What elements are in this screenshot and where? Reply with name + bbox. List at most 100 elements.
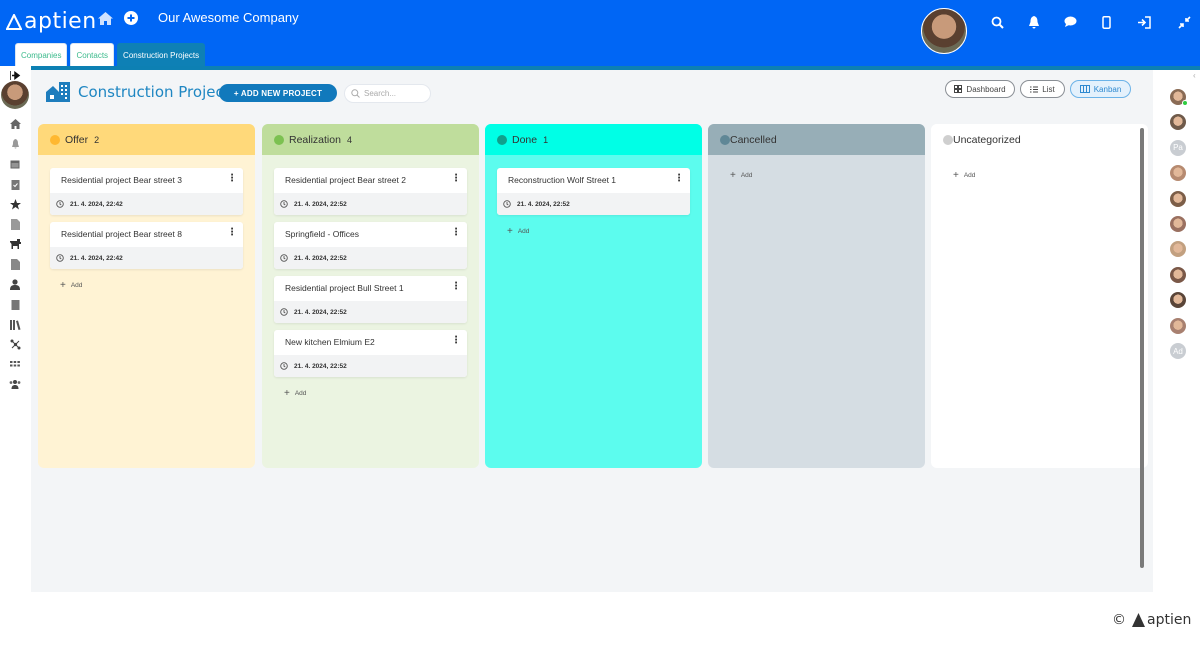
file-image-icon[interactable] [9, 258, 21, 270]
user-avatar[interactable]: Ad [1170, 343, 1186, 359]
add-card-button[interactable]: + Add [507, 226, 529, 237]
card-title[interactable]: Springfield - Offices [285, 229, 359, 239]
column-header[interactable]: Offer 2 [38, 124, 255, 155]
user-avatar[interactable] [1170, 317, 1186, 334]
user-avatar[interactable] [1170, 190, 1186, 207]
card-title[interactable]: Residential project Bear street 3 [61, 175, 182, 185]
clock-icon [280, 200, 288, 208]
more-vertical-icon[interactable]: ⋮ [227, 174, 237, 184]
add-new-project-button[interactable]: + ADD NEW PROJECT [219, 84, 337, 102]
current-user-avatar[interactable] [921, 8, 967, 54]
kanban-icon [1079, 85, 1090, 93]
app-logo[interactable]: aptien [6, 9, 97, 34]
project-card[interactable]: Reconstruction Wolf Street 1 ⋮ 21. 4. 2024… [497, 168, 690, 215]
view-dashboard-button[interactable]: Dashboard [945, 80, 1015, 98]
column-header[interactable]: Realization 4 [262, 124, 479, 155]
card-title[interactable]: Residential project Bear street 2 [285, 175, 406, 185]
user-avatar[interactable] [1170, 266, 1186, 283]
user-icon[interactable] [9, 278, 21, 290]
column-header[interactable]: Cancelled [708, 124, 925, 155]
home-icon[interactable] [97, 10, 113, 26]
books-icon[interactable] [9, 318, 21, 330]
project-card[interactable]: New kitchen Elmium E2 ⋮ 21. 4. 2024, 22:52 [274, 330, 467, 377]
kanban-column-cancelled: Cancelled + Add [708, 124, 925, 468]
page-title: Construction Projects [78, 83, 238, 101]
collapse-icon[interactable] [1176, 14, 1192, 30]
card-title[interactable]: Residential project Bull Street 1 [285, 283, 404, 293]
chat-icon[interactable] [1062, 14, 1078, 30]
clipboard-icon[interactable] [9, 298, 21, 310]
plus-icon: + [60, 280, 66, 291]
home-icon[interactable] [9, 118, 21, 130]
bell-icon[interactable] [9, 138, 21, 150]
clock-icon [280, 254, 288, 262]
card-title[interactable]: Residential project Bear street 8 [61, 229, 182, 239]
sign-in-icon[interactable] [1136, 14, 1152, 30]
view-list-button[interactable]: List [1020, 80, 1065, 98]
bell-icon[interactable] [1026, 14, 1042, 30]
tab-contacts[interactable]: Contacts [70, 43, 115, 66]
more-vertical-icon[interactable]: ⋮ [451, 174, 461, 184]
card-footer: 21. 4. 2024, 22:52 [274, 193, 467, 215]
clipboard-check-icon[interactable] [9, 178, 21, 190]
clock-icon [503, 200, 511, 208]
collapse-chevron-icon[interactable]: ‹ [1193, 71, 1196, 80]
tab-companies[interactable]: Companies [15, 43, 68, 66]
star-icon[interactable] [9, 198, 21, 210]
add-card-button[interactable]: + Add [60, 280, 82, 291]
user-avatar[interactable]: Pa [1170, 139, 1186, 156]
aptien-logo-icon [6, 13, 22, 30]
calendar-icon[interactable] [9, 158, 21, 170]
kanban-column-realization: Realization 4 Residential project Bear str… [262, 124, 479, 468]
user-avatar[interactable] [1170, 89, 1188, 106]
copyright-symbol: © [1112, 612, 1126, 628]
column-header[interactable]: Uncategorized [931, 124, 1148, 155]
user-avatar[interactable] [1, 81, 29, 109]
project-card[interactable]: Residential project Bear street 8 ⋮ 21. 4.… [50, 222, 243, 269]
dog-icon[interactable] [9, 238, 21, 250]
card-title[interactable]: New kitchen Elmium E2 [285, 337, 375, 347]
search-icon[interactable] [989, 14, 1005, 30]
card-footer: 21. 4. 2024, 22:42 [50, 193, 243, 215]
column-header[interactable]: Done 1 [485, 124, 702, 155]
card-title[interactable]: Reconstruction Wolf Street 1 [508, 175, 616, 185]
more-vertical-icon[interactable]: ⋮ [451, 282, 461, 292]
company-name[interactable]: Our Awesome Company [158, 10, 299, 25]
card-footer: 21. 4. 2024, 22:52 [274, 355, 467, 377]
tab-construction-projects[interactable]: Construction Projects [117, 43, 206, 66]
mobile-icon[interactable] [1098, 14, 1114, 30]
project-card[interactable]: Residential project Bull Street 1 ⋮ 21. 4.… [274, 276, 467, 323]
add-label: Add [70, 282, 83, 289]
more-vertical-icon[interactable]: ⋮ [674, 174, 684, 184]
card-footer: 21. 4. 2024, 22:52 [274, 247, 467, 269]
column-count: 1 [543, 134, 549, 145]
document-icon[interactable] [9, 218, 21, 230]
status-dot-icon [720, 134, 730, 145]
clock-icon [56, 200, 64, 208]
card-date: 21. 4. 2024, 22:52 [294, 308, 347, 316]
add-card-button[interactable]: + Add [284, 388, 306, 399]
more-vertical-icon[interactable]: ⋮ [227, 228, 237, 238]
add-circle-icon[interactable] [123, 10, 139, 26]
search-input[interactable]: Search... [344, 84, 431, 103]
network-icon[interactable] [9, 338, 21, 350]
project-card[interactable]: Residential project Bear street 3 ⋮ 21. 4.… [50, 168, 243, 215]
grid-icon[interactable] [9, 358, 21, 370]
view-kanban-button[interactable]: Kanban [1070, 80, 1131, 98]
add-label: Add [963, 172, 976, 179]
clock-icon [280, 308, 288, 316]
add-card-button[interactable]: + Add [730, 170, 752, 181]
more-vertical-icon[interactable]: ⋮ [451, 228, 461, 238]
board-scrollbar[interactable] [1140, 128, 1144, 568]
project-card[interactable]: Residential project Bear street 2 ⋮ 21. 4.… [274, 168, 467, 215]
status-dot-icon [497, 134, 507, 145]
project-card[interactable]: Springfield - Offices ⋮ 21. 4. 2024, 22:52 [274, 222, 467, 269]
expand-arrow-icon[interactable] [9, 69, 21, 81]
column-title: Cancelled [730, 133, 777, 146]
team-icon[interactable] [9, 378, 21, 390]
search-icon [351, 89, 360, 98]
add-card-button[interactable]: + Add [953, 170, 975, 181]
user-avatar[interactable] [1170, 216, 1186, 232]
more-vertical-icon[interactable]: ⋮ [451, 336, 461, 346]
add-label: Add [517, 228, 530, 235]
